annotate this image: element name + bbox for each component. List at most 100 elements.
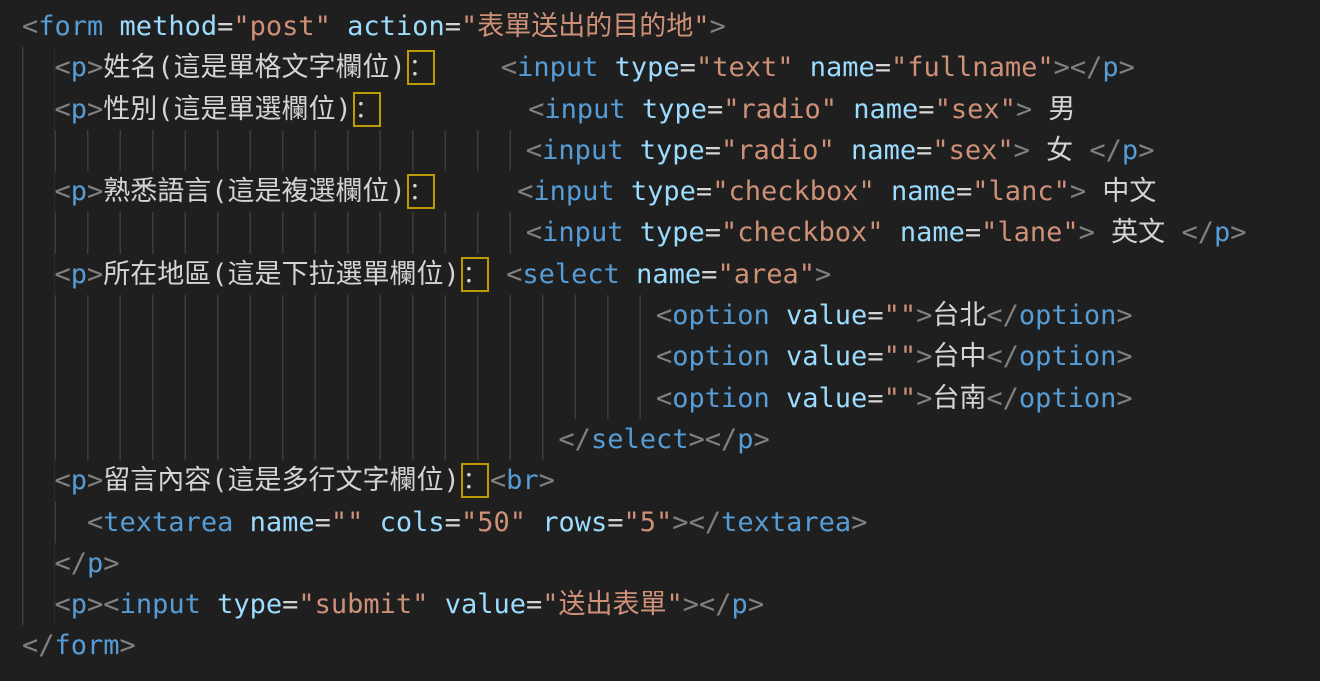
code-token-text: 留言內容(這是多行文字欄位) [103,465,460,496]
code-token-tag: select [591,424,689,455]
code-token-punct: < [506,259,522,290]
code-token-punct: </ [1089,135,1122,166]
code-token-tag: option [1019,383,1117,414]
code-token-text [436,176,517,207]
code-token-punct: > [754,424,770,455]
code-line[interactable]: </select></p> [22,419,1320,460]
code-editor[interactable]: <form method="post" action="表單送出的目的地"><p… [0,0,1320,681]
code-line[interactable]: </form> [22,625,1320,666]
code-token-str: "" [884,341,917,372]
code-token-punct: < [656,300,672,331]
code-token-str: "submit" [298,589,428,620]
code-line[interactable]: <form method="post" action="表單送出的目的地"> [22,6,1320,47]
code-token-punct: > [748,589,764,620]
code-token-text: 姓名(這是單格文字欄位) [103,52,406,83]
code-token-eq: = [875,52,891,83]
code-line[interactable]: <input type="checkbox" name="lane"> 英文 <… [22,212,1320,253]
code-token-str: "checkbox" [712,176,875,207]
code-token-tag: textarea [721,507,851,538]
code-token-eq: = [867,341,883,372]
unicode-highlight-box: ： [461,257,489,292]
code-token-tag: input [517,52,598,83]
code-token-tag: p [1122,135,1138,166]
unicode-highlight-box: ： [407,50,435,85]
code-line[interactable]: <option value="">台北</option> [22,295,1320,336]
code-token-punct: < [87,507,103,538]
code-token-punct: > [1014,135,1030,166]
code-token-str: "sex" [932,135,1013,166]
unicode-highlight-box: ： [461,463,489,498]
code-token-tag: p [732,589,748,620]
code-token-tag: form [55,630,120,661]
code-line[interactable]: <p>性別(這是單選欄位)： <input type="radio" name=… [22,89,1320,130]
code-token-text: 男 [1032,94,1075,125]
code-token-tag: br [506,465,539,496]
code-token-punct: > [916,341,932,372]
code-token-punct: > [87,94,103,125]
code-line[interactable]: <p>留言內容(這是多行文字欄位)：<br> [22,460,1320,501]
code-token-punct: > [851,507,867,538]
code-token-eq: = [956,176,972,207]
code-token-tag: input [533,176,614,207]
indent-guides [22,130,526,171]
code-line[interactable]: <input type="radio" name="sex"> 女 </p> [22,130,1320,171]
code-token-eq: = [217,11,233,42]
code-token-punct: < [528,94,544,125]
code-token-str: "checkbox" [721,217,884,248]
code-token-attr: type [623,135,704,166]
code-token-punct: > [1016,94,1032,125]
code-line[interactable]: </p> [22,543,1320,584]
code-token-punct: </ [689,507,722,538]
code-token-text [490,259,506,290]
code-line[interactable]: <p>姓名(這是單格文字欄位)： <input type="text" name… [22,47,1320,88]
indent-guides [22,460,55,501]
code-line[interactable]: <option value="">台中</option> [22,336,1320,377]
code-token-tag: option [672,300,770,331]
code-token-tag: p [71,589,87,620]
code-line[interactable]: <p>所在地區(這是下拉選單欄位)： <select name="area"> [22,254,1320,295]
code-token-punct: </ [558,424,591,455]
code-token-tag: input [542,217,623,248]
code-token-punct: > [87,259,103,290]
code-token-punct: </ [986,300,1019,331]
code-token-punct: > [87,52,103,83]
code-token-tag: p [71,94,87,125]
code-token-text [436,52,501,83]
code-token-str: "" [331,507,364,538]
code-token-eq: = [701,259,717,290]
code-token-punct: < [517,176,533,207]
code-token-punct: </ [1070,52,1103,83]
code-line[interactable]: <p><input type="submit" value="送出表單"></p… [22,584,1320,625]
indent-guides [22,295,656,336]
code-token-attr: name [793,52,874,83]
code-token-punct: < [55,259,71,290]
code-token-tag: option [672,383,770,414]
code-line[interactable]: <p>熟悉語言(這是複選欄位)： <input type="checkbox" … [22,171,1320,212]
code-token-eq: = [867,383,883,414]
code-token-punct: </ [986,341,1019,372]
indent-guides [22,336,656,377]
code-token-tag: p [87,548,103,579]
code-token-eq: = [918,94,934,125]
code-token-punct: > [1116,341,1132,372]
code-token-str: "radio" [721,135,835,166]
unicode-highlight-box: ： [353,92,381,127]
code-token-punct: > [672,507,688,538]
code-token-punct: > [539,465,555,496]
code-token-str: "text" [696,52,794,83]
code-token-str: "送出表單" [542,589,683,620]
code-token-punct: > [688,424,704,455]
code-token-punct: </ [1181,217,1214,248]
code-token-text: 女 [1030,135,1090,166]
code-token-tag: input [120,589,201,620]
code-token-eq: = [705,135,721,166]
code-token-attr: name [837,94,918,125]
code-line[interactable]: <textarea name="" cols="50" rows="5"></t… [22,502,1320,543]
code-token-str: "" [884,383,917,414]
code-token-str: "5" [624,507,673,538]
code-token-punct: > [1119,52,1135,83]
code-token-punct: > [1116,300,1132,331]
code-token-attr: value [770,383,868,414]
code-token-punct: < [55,589,71,620]
code-line[interactable]: <option value="">台南</option> [22,378,1320,419]
